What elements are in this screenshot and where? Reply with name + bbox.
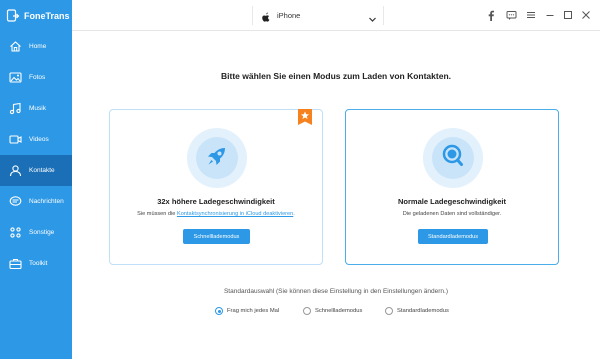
normal-mode-title: Normale Ladegeschwindigkeit: [398, 197, 506, 206]
default-selection-label: Standardauswahl (Sie können diese Einste…: [223, 288, 449, 295]
fast-mode-button[interactable]: Schnelllademodus: [183, 229, 250, 244]
home-icon: [9, 40, 22, 53]
sidebar-item-label: Videos: [29, 136, 49, 143]
contacts-icon: [9, 164, 22, 177]
rocket-icon-circle: [187, 128, 247, 188]
radio-button[interactable]: [303, 307, 311, 315]
normal-mode-button[interactable]: Standardlademodus: [418, 229, 488, 244]
chevron-down-icon: [368, 11, 377, 22]
main-content: Bitte wählen Sie einen Modus zum Laden v…: [72, 32, 600, 359]
music-icon: [9, 102, 22, 115]
icloud-sync-link[interactable]: Kontaktsynchronisierung in iCloud deakti…: [177, 211, 293, 217]
toolkit-icon: [9, 257, 22, 270]
close-icon[interactable]: [580, 9, 592, 21]
sidebar-item-label: Home: [29, 43, 47, 50]
sidebar-item-music[interactable]: Musik: [0, 93, 72, 124]
facebook-icon[interactable]: [485, 9, 497, 21]
sidebar-item-toolkit[interactable]: Toolkit: [0, 248, 72, 279]
maximize-icon[interactable]: [562, 9, 574, 21]
app-logo-block: FoneTrans: [0, 0, 72, 31]
magnifier-icon-circle: [423, 128, 483, 188]
fast-mode-description: Sie müssen die Kontaktsynchronisierung i…: [110, 211, 322, 217]
fast-mode-desc-suffix: .: [293, 211, 295, 217]
fast-mode-title: 32x höhere Ladegeschwindigkeit: [157, 197, 275, 206]
sidebar-item-label: Nachrichten: [29, 198, 64, 205]
app-title: FoneTrans: [24, 10, 70, 21]
radio-fast-mode[interactable]: Schnelllademodus: [303, 306, 362, 316]
apple-icon: [261, 10, 271, 22]
star-badge-icon: [298, 109, 312, 125]
page-title: Bitte wählen Sie einen Modus zum Laden v…: [221, 71, 451, 81]
other-icon: [9, 226, 22, 239]
device-name: iPhone: [277, 11, 301, 20]
chat-icon[interactable]: [505, 9, 517, 21]
radio-label: Schnelllademodus: [315, 308, 363, 314]
messages-icon: [9, 195, 22, 208]
radio-button[interactable]: [215, 307, 223, 315]
sidebar-item-other[interactable]: Sonstige: [0, 217, 72, 248]
sidebar-item-photos[interactable]: Fotos: [0, 62, 72, 93]
sidebar-item-label: Musik: [29, 105, 46, 112]
minimize-icon[interactable]: [544, 9, 556, 21]
radio-button[interactable]: [385, 307, 393, 315]
sidebar-item-label: Kontakte: [29, 167, 55, 174]
sidebar: Home Fotos Musik Videos Kontakte Nachric…: [0, 31, 72, 359]
sidebar-item-videos[interactable]: Videos: [0, 124, 72, 155]
normal-mode-card[interactable]: Normale Ladegeschwindigkeit Die geladene…: [345, 109, 559, 265]
sidebar-item-messages[interactable]: Nachrichten: [0, 186, 72, 217]
magnifier-icon: [440, 143, 466, 174]
radio-label: Frag mich jedes Mal: [227, 308, 280, 314]
video-icon: [9, 133, 22, 146]
device-selector[interactable]: iPhone: [252, 6, 384, 25]
radio-ask-every-time[interactable]: Frag mich jedes Mal: [215, 306, 279, 316]
photos-icon: [9, 71, 22, 84]
title-bar: FoneTrans iPhone: [0, 0, 600, 31]
sidebar-item-label: Toolkit: [29, 260, 48, 267]
sidebar-item-label: Fotos: [29, 74, 46, 81]
rocket-icon: [204, 143, 230, 174]
fast-mode-desc-prefix: Sie müssen die: [137, 211, 177, 217]
fast-mode-card[interactable]: 32x höhere Ladegeschwindigkeit Sie müsse…: [109, 109, 323, 265]
sidebar-item-contacts[interactable]: Kontakte: [0, 155, 72, 186]
sidebar-item-home[interactable]: Home: [0, 31, 72, 62]
radio-standard-mode[interactable]: Standardlademodus: [385, 306, 449, 316]
fonetrans-logo-icon: [6, 8, 20, 23]
menu-icon[interactable]: [525, 9, 537, 21]
sidebar-item-label: Sonstige: [29, 229, 55, 236]
normal-mode-description: Die geladenen Daten sind vollständiger.: [402, 211, 502, 217]
radio-label: Standardlademodus: [397, 308, 449, 314]
